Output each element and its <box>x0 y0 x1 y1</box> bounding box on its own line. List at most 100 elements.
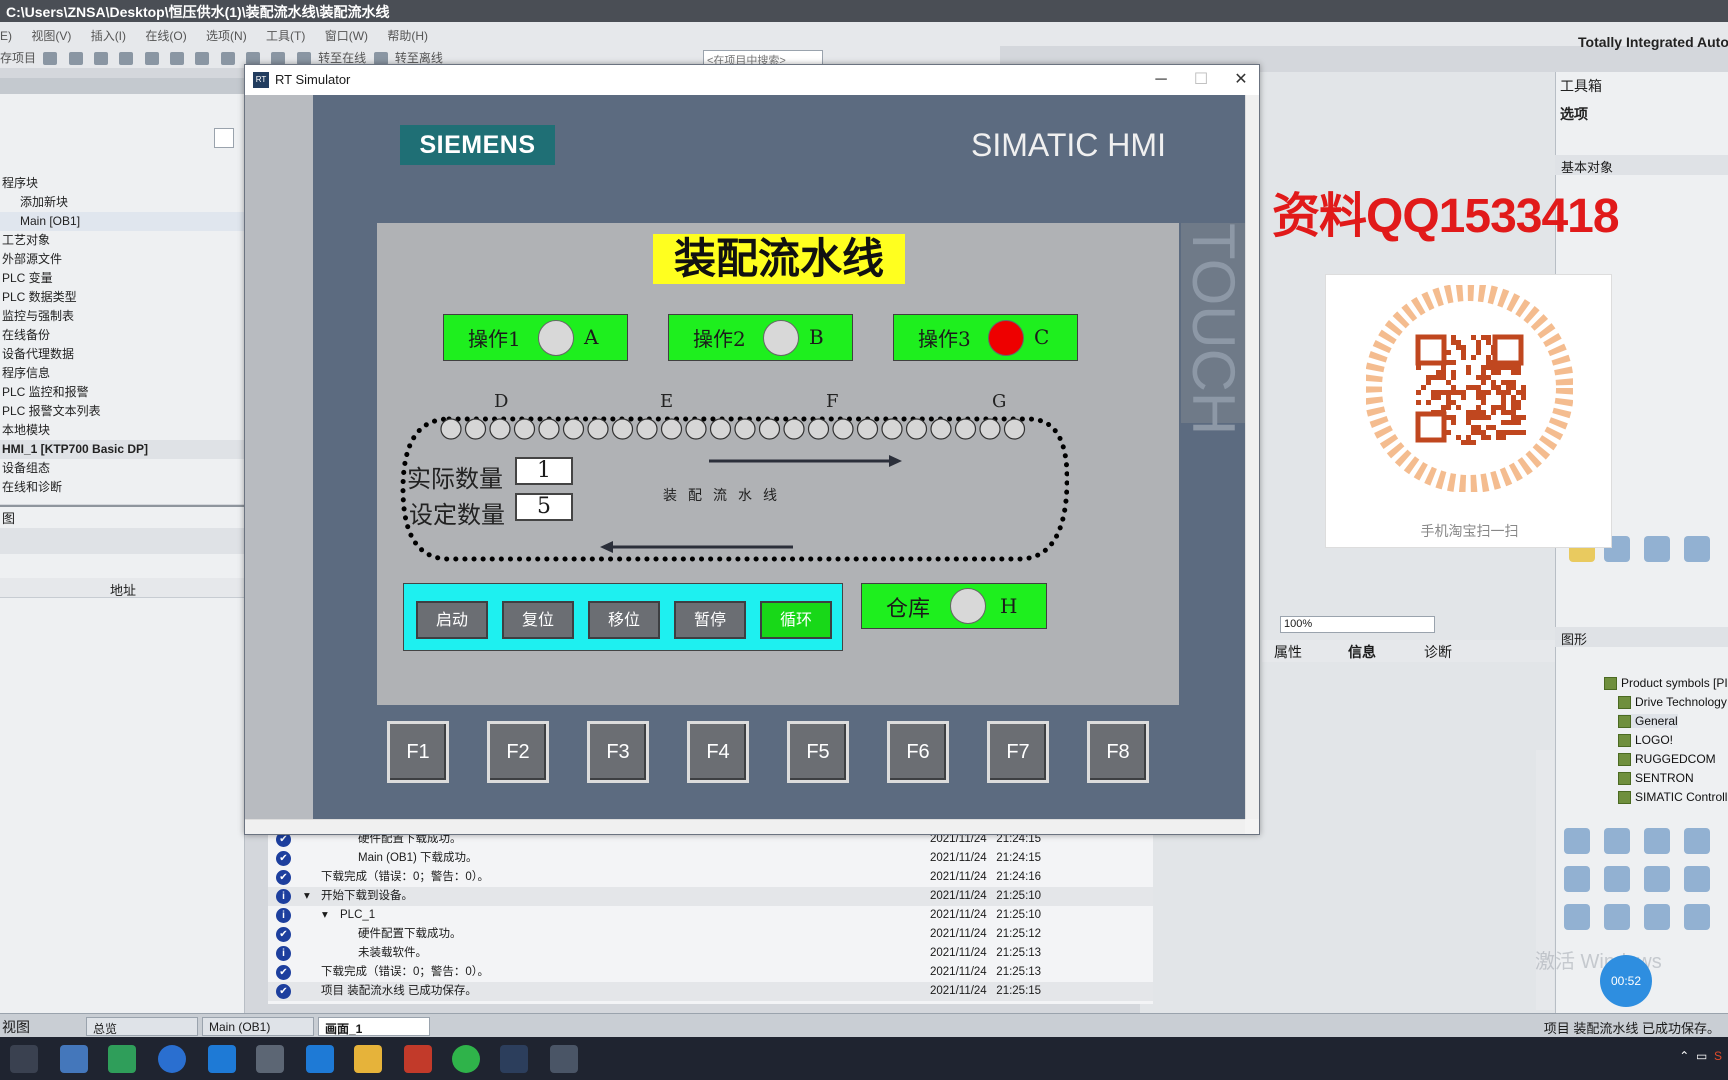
log-row[interactable]: i 未装载软件。 2021/11/24 21:25:13 <box>268 944 1153 963</box>
tab-screen-1[interactable]: 画面_1 <box>318 1017 430 1036</box>
globe-graphic-icon[interactable] <box>1604 904 1630 930</box>
expand-arrow-icon[interactable]: ▾ <box>322 906 328 925</box>
disk-graphic-icon[interactable] <box>1564 866 1590 892</box>
tree-item-online-diagnostics[interactable]: 在线和诊断 <box>0 478 244 497</box>
f6-key[interactable]: F6 <box>887 721 949 783</box>
edge-icon[interactable] <box>208 1045 236 1073</box>
recording-timer[interactable]: 00:52 <box>1600 955 1652 1007</box>
app-red-icon[interactable] <box>404 1045 432 1073</box>
basic-objects-section[interactable]: 基本对象 <box>1555 155 1728 175</box>
log-row[interactable]: ✔ Main (OB1) 下载成功。 2021/11/24 21:24:15 <box>268 849 1153 868</box>
f3-key[interactable]: F3 <box>587 721 649 783</box>
stamp-graphic-icon[interactable] <box>1644 904 1670 930</box>
tree-item-plc-alarms[interactable]: PLC 监控和报警 <box>0 383 244 402</box>
lib-product-symbols[interactable]: Product symbols [PI <box>1604 676 1728 691</box>
ie-icon[interactable] <box>306 1045 334 1073</box>
rt-vertical-scrollbar[interactable] <box>1245 95 1259 819</box>
copy-icon[interactable] <box>94 52 109 66</box>
go-offline-button[interactable]: 转至离线 <box>395 51 443 65</box>
wincc-rt-icon[interactable] <box>500 1045 528 1073</box>
rack-graphic-icon[interactable] <box>1604 866 1630 892</box>
menu-item-online[interactable]: 在线(O) <box>145 29 186 43</box>
user-key-icon[interactable] <box>1644 536 1670 562</box>
cycle-button[interactable]: 循环 <box>760 601 832 639</box>
save-icon[interactable] <box>43 52 58 66</box>
graphics-section[interactable]: 图形 <box>1555 627 1728 647</box>
gauge-graphic-icon[interactable] <box>1644 828 1670 854</box>
tree-item-device-proxy[interactable]: 设备代理数据 <box>0 345 244 364</box>
f7-key[interactable]: F7 <box>987 721 1049 783</box>
menu-item-tools[interactable]: 工具(T) <box>266 29 305 43</box>
tree-item-hmi-device[interactable]: HMI_1 [KTP700 Basic DP] <box>0 440 244 459</box>
rt-horizontal-scrollbar[interactable] <box>245 819 1245 834</box>
tree-item-main-ob1[interactable]: Main [OB1] <box>0 212 244 231</box>
tree-item-plc-alarm-texts[interactable]: PLC 报警文本列表 <box>0 402 244 421</box>
log-row[interactable]: ✔ 硬件配置下载成功。 2021/11/24 21:25:12 <box>268 925 1153 944</box>
log-row[interactable]: i ▾ 开始下载到设备。 2021/11/24 21:25:10 <box>268 887 1153 906</box>
panel-graphic-icon[interactable] <box>1564 904 1590 930</box>
tab-diagnostics[interactable]: 诊断 <box>1424 642 1452 662</box>
log-row[interactable]: i ▾ PLC_1 2021/11/24 21:25:10 <box>268 906 1153 925</box>
lib-general[interactable]: General <box>1618 714 1678 729</box>
tree-item-online-backups[interactable]: 在线备份 <box>0 326 244 345</box>
simulator-icon[interactable] <box>550 1045 578 1073</box>
save-project-button[interactable]: 存项目 <box>0 51 36 65</box>
f4-key[interactable]: F4 <box>687 721 749 783</box>
app-icon[interactable] <box>108 1045 136 1073</box>
zoom-select[interactable]: 100% <box>1280 616 1435 633</box>
redo-icon[interactable] <box>195 52 210 66</box>
menu-item-window[interactable]: 窗口(W) <box>325 29 368 43</box>
tree-item-program-blocks[interactable]: 程序块 <box>0 174 244 193</box>
log-row[interactable]: ✔ 下载完成（错误：0；警告：0）。 2021/11/24 21:24:16 <box>268 868 1153 887</box>
menu-item-insert[interactable]: 插入(I) <box>91 29 126 43</box>
close-button[interactable]: ✕ <box>1227 69 1255 91</box>
f1-key[interactable]: F1 <box>387 721 449 783</box>
calculator-icon[interactable] <box>60 1045 88 1073</box>
lamp-graphic-icon[interactable] <box>1564 828 1590 854</box>
log-row[interactable]: ✔ 项目 装配流水线 已成功保存。 2021/11/24 21:25:15 <box>268 982 1153 1001</box>
device-graphic-icon[interactable] <box>1604 828 1630 854</box>
lib-sentron[interactable]: SENTRON <box>1618 771 1694 786</box>
tree-item-program-info[interactable]: 程序信息 <box>0 364 244 383</box>
antivirus-icon[interactable]: S <box>1714 1049 1722 1063</box>
lib-logo[interactable]: LOGO! <box>1618 733 1673 748</box>
tab-main-ob1[interactable]: Main (OB1) <box>202 1017 314 1036</box>
log-row[interactable]: ✔ 下载完成（错误：0；警告：0）。 2021/11/24 21:25:13 <box>268 963 1153 982</box>
lib-simatic-controllers[interactable]: SIMATIC Controlle <box>1618 790 1728 805</box>
delete-icon[interactable] <box>144 52 159 66</box>
paste-icon[interactable] <box>119 52 134 66</box>
tab-properties[interactable]: 属性 <box>1274 642 1302 662</box>
f5-key[interactable]: F5 <box>787 721 849 783</box>
tab-overview[interactable]: 总览 <box>86 1017 198 1036</box>
tree-item-technology-objects[interactable]: 工艺对象 <box>0 231 244 250</box>
tree-item-plc-data-types[interactable]: PLC 数据类型 <box>0 288 244 307</box>
valve-graphic-icon[interactable] <box>1644 866 1670 892</box>
tia-portal-icon[interactable] <box>256 1045 284 1073</box>
start-button[interactable]: 启动 <box>416 601 488 639</box>
file-explorer-icon[interactable] <box>354 1045 382 1073</box>
recipe-icon[interactable] <box>1684 536 1710 562</box>
go-online-button[interactable]: 转至在线 <box>318 51 366 65</box>
wechat-icon[interactable] <box>452 1045 480 1073</box>
menu-item-help[interactable]: 帮助(H) <box>387 29 428 43</box>
maximize-button[interactable]: ☐ <box>1187 69 1215 91</box>
tree-item-local-modules[interactable]: 本地模块 <box>0 421 244 440</box>
tree-item-add-block[interactable]: 添加新块 <box>0 193 244 212</box>
reset-button[interactable]: 复位 <box>502 601 574 639</box>
cut-icon[interactable] <box>68 52 83 66</box>
server-graphic-icon[interactable] <box>1684 904 1710 930</box>
tree-item-watch-tables[interactable]: 监控与强制表 <box>0 307 244 326</box>
portal-view-button[interactable]: 视图 <box>2 1017 30 1037</box>
module-graphic-icon[interactable] <box>1684 866 1710 892</box>
pause-button[interactable]: 暂停 <box>674 601 746 639</box>
menu-item-edit[interactable]: E) <box>0 29 12 43</box>
minimize-button[interactable]: ─ <box>1147 69 1175 91</box>
table-view-icon[interactable] <box>214 128 234 148</box>
menu-item-options[interactable]: 选项(N) <box>206 29 247 43</box>
undo-icon[interactable] <box>170 52 185 66</box>
menu-item-view[interactable]: 视图(V) <box>31 29 71 43</box>
task-view-icon[interactable] <box>10 1045 38 1073</box>
f8-key[interactable]: F8 <box>1087 721 1149 783</box>
expand-arrow-icon[interactable]: ▾ <box>304 887 310 906</box>
cloud-graphic-icon[interactable] <box>1684 828 1710 854</box>
